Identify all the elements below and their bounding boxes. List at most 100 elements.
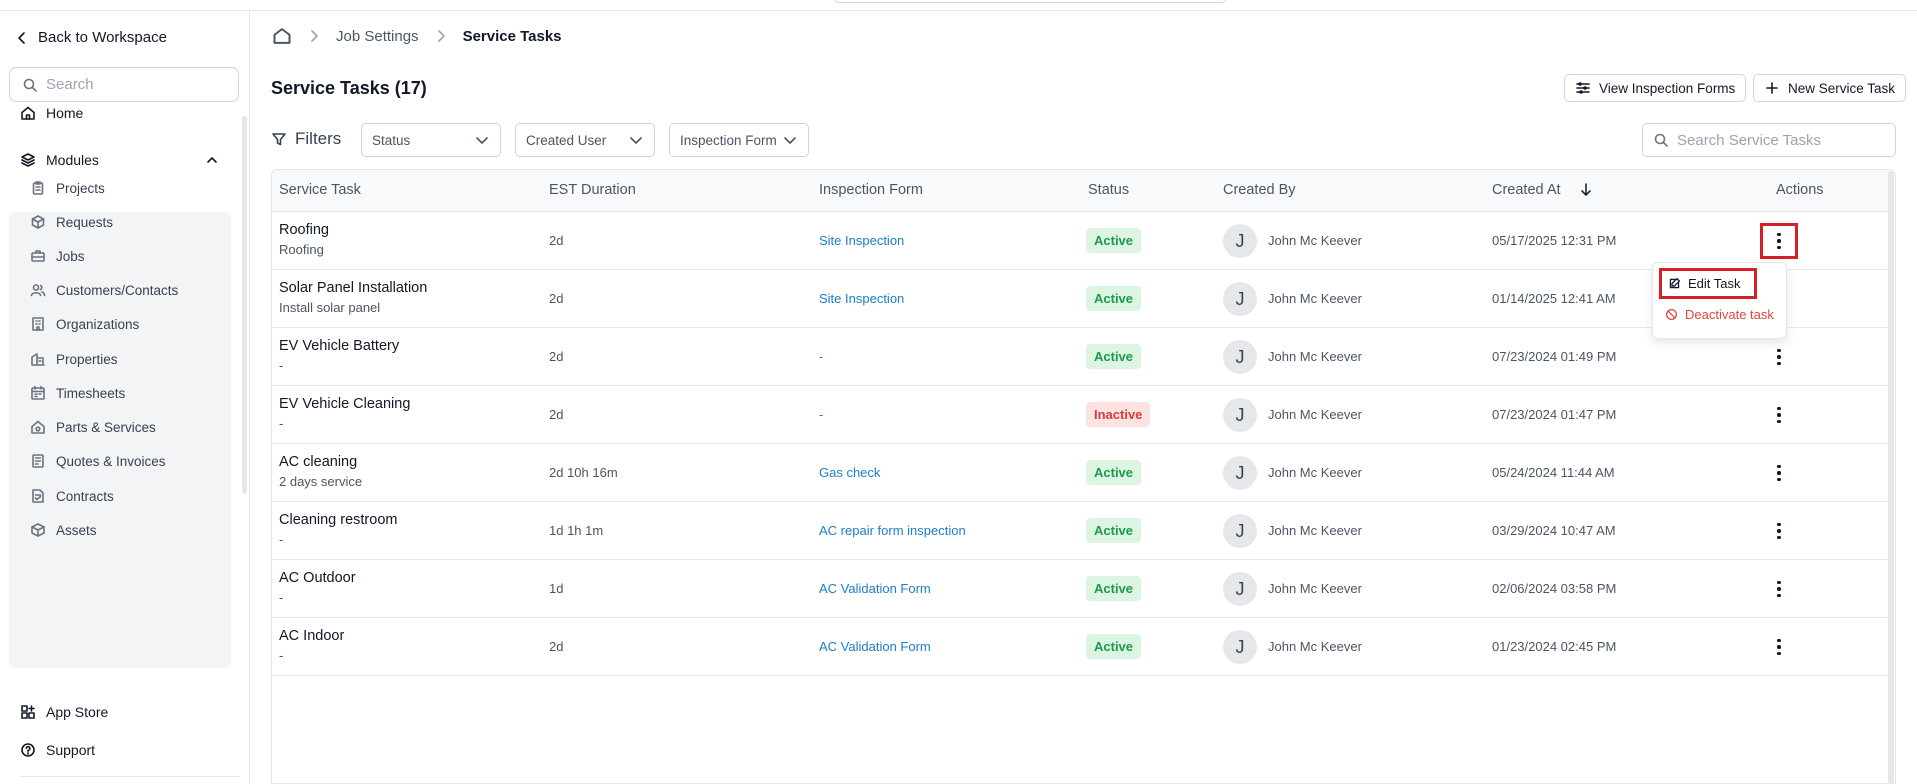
duration-cell: 1d 1h 1m: [549, 523, 604, 538]
task-name[interactable]: Cleaning restroom: [279, 512, 397, 528]
sidebar-item-timesheets[interactable]: Timesheets: [30, 385, 125, 401]
sidebar-item-projects[interactable]: Projects: [30, 180, 105, 196]
sidebar-item-customers-contacts[interactable]: Customers/Contacts: [30, 282, 178, 298]
created-by-cell: John Mc Keever: [1268, 349, 1362, 364]
created-by-cell: John Mc Keever: [1268, 639, 1362, 654]
home-icon[interactable]: [272, 26, 292, 46]
task-description: 2 days service: [279, 474, 363, 489]
sidebar-item-home[interactable]: Home: [20, 105, 83, 121]
topbar-search-stub[interactable]: [835, 0, 1225, 3]
created-user-filter-value: Created User: [526, 132, 607, 148]
inspection-form-link[interactable]: Site Inspection: [819, 291, 904, 306]
deactivate-task-menu-item[interactable]: Deactivate task: [1665, 307, 1774, 322]
task-name[interactable]: EV Vehicle Battery: [279, 338, 399, 354]
task-cell: Cleaning restroom -: [279, 512, 397, 547]
sidebar-item-properties[interactable]: Properties: [30, 351, 118, 367]
table-scrollbar[interactable]: [1888, 171, 1894, 784]
clipboard-icon: [30, 180, 46, 196]
sidebar-item-label: Properties: [56, 351, 118, 367]
row-actions-button[interactable]: [1760, 223, 1798, 259]
row-actions-button[interactable]: [1769, 636, 1789, 658]
sidebar-item-label: Modules: [46, 152, 99, 168]
avatar: J: [1223, 572, 1257, 606]
sidebar-search-input[interactable]: [46, 76, 226, 93]
arrow-down-icon[interactable]: [1578, 182, 1594, 198]
sidebar-item-label: Parts & Services: [56, 419, 156, 435]
header-service-task[interactable]: Service Task: [279, 182, 361, 198]
inspection-form-link[interactable]: Site Inspection: [819, 233, 904, 248]
task-cell: AC Outdoor -: [279, 570, 356, 605]
help-circle-icon: [20, 742, 36, 758]
row-actions-button[interactable]: [1769, 404, 1789, 426]
table-row[interactable]: Cleaning restroom - 1d 1h 1m AC repair form…: [272, 502, 1895, 560]
inspection-form-link[interactable]: AC Validation Form: [819, 581, 931, 596]
duration-cell: 2d: [549, 233, 564, 248]
header-inspection-form[interactable]: Inspection Form: [819, 182, 923, 198]
row-actions-button[interactable]: [1769, 462, 1789, 484]
task-name[interactable]: AC Outdoor: [279, 570, 356, 586]
table-row[interactable]: AC cleaning 2 days service 2d 10h 16m Gas c…: [272, 444, 1895, 502]
sidebar-search[interactable]: [9, 67, 239, 102]
layers-icon: [20, 152, 36, 168]
table-row[interactable]: Roofing Roofing 2d Site Inspection Active J Jo…: [272, 212, 1895, 270]
sidebar-item-label: Customers/Contacts: [56, 282, 179, 298]
header-actions: Actions: [1776, 182, 1824, 198]
sidebar-item-assets[interactable]: Assets: [30, 522, 97, 538]
created-at-cell: 01/14/2025 12:41 AM: [1492, 291, 1616, 306]
sidebar-item-organizations[interactable]: Organizations: [30, 316, 139, 332]
header-duration[interactable]: EST Duration: [549, 182, 636, 198]
filters-label: Filters: [271, 129, 341, 149]
service-task-search[interactable]: [1642, 123, 1896, 157]
breadcrumb: Job Settings Service Tasks: [272, 26, 562, 46]
table-row[interactable]: AC Indoor - 2d AC Validation Form Active J Joh…: [272, 618, 1895, 676]
inspection-form-link[interactable]: Gas check: [819, 465, 880, 480]
sidebar-item-support[interactable]: Support: [20, 742, 95, 758]
sidebar-item-requests[interactable]: Requests: [30, 214, 113, 230]
sidebar-item-app-store[interactable]: App Store: [20, 704, 108, 720]
sidebar-item-contracts[interactable]: Contracts: [30, 488, 114, 504]
status-badge: Active: [1086, 286, 1142, 311]
sidebar-item-jobs[interactable]: Jobs: [30, 248, 85, 264]
row-actions-button[interactable]: [1769, 520, 1789, 542]
breadcrumb-job-settings[interactable]: Job Settings: [336, 28, 419, 45]
row-actions-button[interactable]: [1769, 346, 1789, 368]
table-row[interactable]: EV Vehicle Cleaning - 2d - Inactive J John Mc …: [272, 386, 1895, 444]
task-description: -: [279, 532, 284, 547]
created-by-cell: John Mc Keever: [1268, 581, 1362, 596]
sidebar-item-label: Contracts: [56, 488, 114, 504]
inspection-form-link[interactable]: AC repair form inspection: [819, 523, 966, 538]
sidebar-item-parts-services[interactable]: Parts & Services: [30, 419, 156, 435]
service-task-search-input[interactable]: [1677, 131, 1877, 149]
sidebar-scrollbar[interactable]: [242, 116, 247, 494]
header-created-at[interactable]: Created At: [1492, 182, 1561, 198]
task-name[interactable]: AC cleaning: [279, 454, 362, 470]
task-name[interactable]: Roofing: [279, 222, 329, 238]
avatar: J: [1223, 630, 1257, 664]
inspection-form-link[interactable]: AC Validation Form: [819, 639, 931, 654]
table-row[interactable]: AC Outdoor - 1d AC Validation Form Active J Jo…: [272, 560, 1895, 618]
header-status[interactable]: Status: [1088, 182, 1129, 198]
back-to-workspace-link[interactable]: Back to Workspace: [14, 29, 167, 46]
chevron-right-icon: [306, 28, 322, 44]
inspection-form-filter[interactable]: Inspection Form: [669, 123, 809, 157]
filters-text: Filters: [295, 129, 342, 148]
chevron-up-icon[interactable]: [204, 152, 220, 168]
row-actions-button[interactable]: [1769, 578, 1789, 600]
status-filter[interactable]: Status: [361, 123, 501, 157]
task-name[interactable]: EV Vehicle Cleaning: [279, 396, 410, 412]
sidebar-item-modules[interactable]: Modules: [20, 152, 217, 168]
task-name[interactable]: Solar Panel Installation: [279, 280, 427, 296]
task-cell: Solar Panel Installation Install solar pa…: [279, 280, 427, 315]
status-badge: Active: [1086, 344, 1142, 369]
edit-task-menu-item[interactable]: Edit Task: [1659, 268, 1757, 299]
sidebar-item-label: Quotes & Invoices: [56, 453, 166, 469]
view-inspection-forms-button[interactable]: View Inspection Forms: [1564, 74, 1747, 102]
list-filter-icon: [1575, 80, 1591, 96]
back-link-label: Back to Workspace: [38, 29, 167, 46]
header-created-by[interactable]: Created By: [1223, 182, 1296, 198]
new-service-task-button[interactable]: New Service Task: [1753, 74, 1907, 102]
created-at-cell: 07/23/2024 01:49 PM: [1492, 349, 1617, 364]
created-user-filter[interactable]: Created User: [515, 123, 655, 157]
task-name[interactable]: AC Indoor: [279, 628, 344, 644]
sidebar-item-quotes-invoices[interactable]: Quotes & Invoices: [30, 453, 166, 469]
